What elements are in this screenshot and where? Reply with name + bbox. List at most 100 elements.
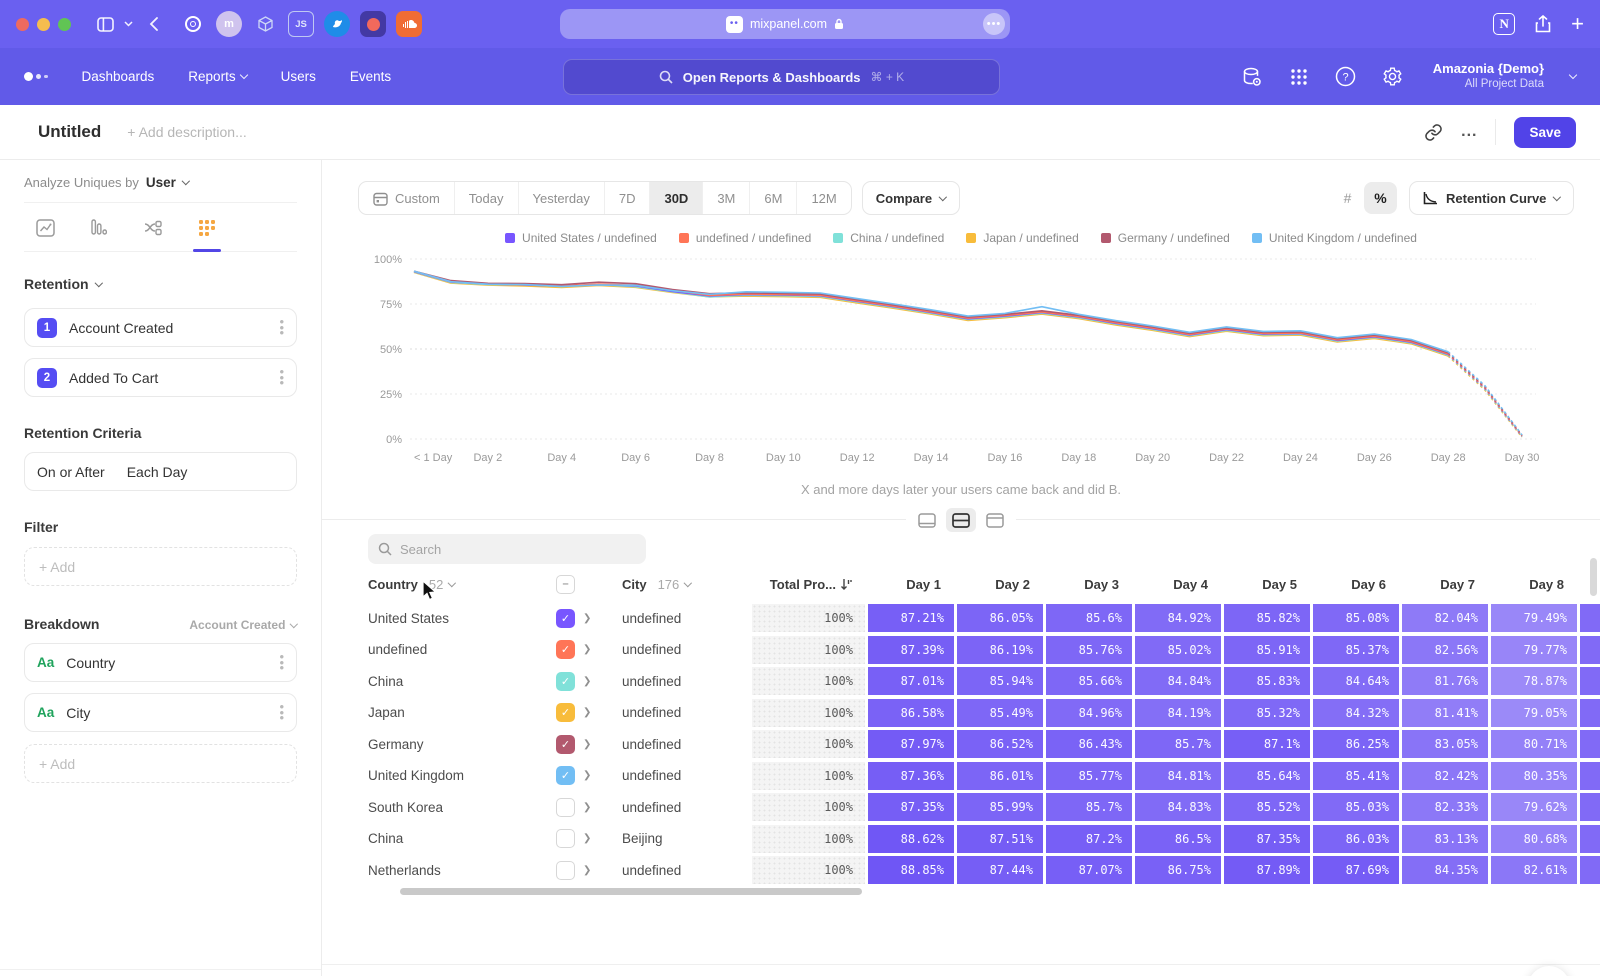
retention-cell[interactable]: 85.32%: [1224, 699, 1310, 727]
retention-cell[interactable]: 82.56%: [1402, 636, 1488, 664]
retention-cell[interactable]: 82.33%: [1402, 793, 1488, 821]
select-all-checkbox[interactable]: –: [556, 575, 575, 594]
expand-row-icon[interactable]: ❯: [583, 676, 591, 687]
day-column-header[interactable]: Day 7: [1402, 577, 1488, 592]
retention-cell[interactable]: 85.77%: [1046, 762, 1132, 790]
step-2-event[interactable]: Added To Cart: [69, 370, 158, 386]
notion-icon[interactable]: N: [1493, 13, 1515, 35]
retention-cell[interactable]: 80.71%: [1491, 730, 1577, 758]
retention-cell[interactable]: 82.42%: [1402, 762, 1488, 790]
retention-step-2[interactable]: 2 Added To Cart •••: [24, 358, 297, 397]
retention-cell[interactable]: 84.92%: [1135, 604, 1221, 632]
retention-cell[interactable]: 81.41%: [1402, 699, 1488, 727]
retention-cell[interactable]: 85.41%: [1313, 762, 1399, 790]
active-tab-favicon[interactable]: [360, 11, 386, 37]
retention-cell[interactable]: 85.94%: [957, 667, 1043, 695]
breakdown-city-label[interactable]: City: [66, 705, 90, 721]
retention-cell[interactable]: 86.52%: [957, 730, 1043, 758]
table-search[interactable]: [368, 534, 646, 564]
retention-cell[interactable]: 86.25%: [1313, 730, 1399, 758]
retention-cell[interactable]: 84.19%: [1135, 699, 1221, 727]
share-icon[interactable]: [1535, 15, 1551, 33]
date-range-3m[interactable]: 3M: [703, 182, 750, 214]
maximize-window-button[interactable]: [58, 18, 71, 31]
retention-cell[interactable]: 85.99%: [957, 793, 1043, 821]
retention-cell[interactable]: 85.91%: [1224, 636, 1310, 664]
vertical-scrollbar[interactable]: [1590, 558, 1597, 596]
retention-cell[interactable]: 84.83%: [1135, 793, 1221, 821]
date-range-7d[interactable]: 7D: [605, 182, 651, 214]
retention-cell[interactable]: 86.05%: [957, 604, 1043, 632]
retention-cell[interactable]: 87.07%: [1046, 856, 1132, 884]
row-checkbox[interactable]: [556, 829, 575, 848]
breakdown-country[interactable]: Aa Country •••: [24, 643, 297, 682]
retention-cell[interactable]: 87.1%: [1224, 730, 1310, 758]
retention-cell[interactable]: 80.35%: [1491, 762, 1577, 790]
criteria-interval-select[interactable]: Each Day: [127, 464, 188, 480]
country-column-header[interactable]: Country 52: [368, 577, 556, 592]
row-checkbox[interactable]: ✓: [556, 640, 575, 659]
retention-cell[interactable]: 87.35%: [868, 793, 954, 821]
expand-row-icon[interactable]: ❯: [583, 802, 591, 813]
legend-item[interactable]: China / undefined: [833, 231, 944, 245]
retention-cell[interactable]: 84.35%: [1402, 856, 1488, 884]
mixpanel-logo-icon[interactable]: [24, 72, 48, 81]
retention-cell[interactable]: 85.66%: [1046, 667, 1132, 695]
sidebar-toggle-icon[interactable]: [97, 17, 114, 32]
retention-cell[interactable]: 87.36%: [868, 762, 954, 790]
nav-item-users[interactable]: Users: [281, 69, 316, 84]
retention-section-title[interactable]: Retention: [24, 276, 89, 292]
retention-cell[interactable]: 87.2%: [1046, 825, 1132, 853]
city-column-header[interactable]: City 176: [622, 577, 752, 592]
retention-cell[interactable]: 85.49%: [957, 699, 1043, 727]
step-2-menu-icon[interactable]: •••: [279, 369, 284, 387]
retention-cell[interactable]: 88.85%: [868, 856, 954, 884]
add-breakdown-button[interactable]: + Add: [24, 744, 297, 783]
retention-cell[interactable]: 85.02%: [1135, 636, 1221, 664]
breakdown-scope-select[interactable]: Account Created: [189, 618, 297, 632]
report-title[interactable]: Untitled: [38, 122, 101, 142]
retention-cell[interactable]: 86.58%: [868, 699, 954, 727]
close-window-button[interactable]: [16, 18, 29, 31]
nav-item-events[interactable]: Events: [350, 69, 391, 84]
retention-cell[interactable]: 84.64%: [1313, 667, 1399, 695]
retention-cell[interactable]: 82.04%: [1402, 604, 1488, 632]
retention-cell[interactable]: 87.21%: [868, 604, 954, 632]
retention-cell[interactable]: 86.19%: [957, 636, 1043, 664]
url-more-icon[interactable]: •••: [983, 13, 1005, 35]
date-range-12m[interactable]: 12M: [797, 182, 850, 214]
unit-count-button[interactable]: #: [1331, 182, 1364, 214]
date-range-custom[interactable]: Custom: [359, 182, 455, 214]
retention-cell[interactable]: 86.75%: [1135, 856, 1221, 884]
date-range-today[interactable]: Today: [455, 182, 519, 214]
data-management-icon[interactable]: [1241, 66, 1263, 88]
tab-insights[interactable]: [30, 215, 60, 241]
analyze-entity-select[interactable]: User: [146, 175, 176, 190]
row-checkbox[interactable]: ✓: [556, 703, 575, 722]
retention-cell[interactable]: 85.08%: [1313, 604, 1399, 632]
back-button[interactable]: [149, 17, 158, 31]
copy-link-icon[interactable]: [1424, 123, 1443, 142]
criteria-mode-select[interactable]: On or After: [37, 464, 105, 480]
more-actions-button[interactable]: ...: [1461, 123, 1477, 141]
help-icon[interactable]: ?: [1335, 66, 1356, 87]
save-button[interactable]: Save: [1514, 117, 1576, 148]
retention-cell[interactable]: 85.7%: [1135, 730, 1221, 758]
legend-item[interactable]: United States / undefined: [505, 231, 657, 245]
retention-cell[interactable]: 85.64%: [1224, 762, 1310, 790]
retention-cell[interactable]: 87.44%: [957, 856, 1043, 884]
expand-row-icon[interactable]: ❯: [583, 865, 591, 876]
expand-row-icon[interactable]: ❯: [583, 739, 591, 750]
global-search-button[interactable]: Open Reports & Dashboards ⌘ + K: [563, 59, 1000, 95]
onepassword-extension-icon[interactable]: [180, 11, 206, 37]
day-column-header[interactable]: Day 1: [868, 577, 954, 592]
retention-cell[interactable]: 85.76%: [1046, 636, 1132, 664]
bird-extension-icon[interactable]: [324, 11, 350, 37]
date-range-6m[interactable]: 6M: [750, 182, 797, 214]
step-1-event[interactable]: Account Created: [69, 320, 173, 336]
retention-cell[interactable]: 80.68%: [1491, 825, 1577, 853]
retention-cell[interactable]: 85.83%: [1224, 667, 1310, 695]
day-column-header[interactable]: Day 6: [1313, 577, 1399, 592]
retention-cell[interactable]: 85.52%: [1224, 793, 1310, 821]
retention-cell[interactable]: 85.82%: [1224, 604, 1310, 632]
